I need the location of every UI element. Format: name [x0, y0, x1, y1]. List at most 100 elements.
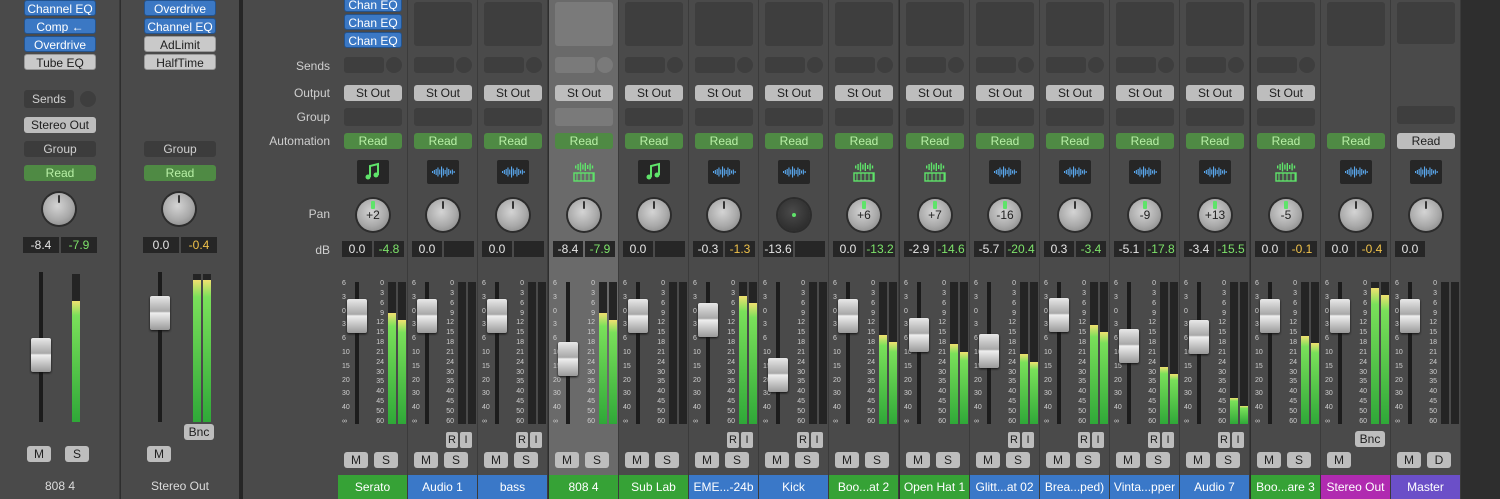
automation-read-button[interactable]: Read — [1327, 133, 1385, 149]
insert-slot[interactable] — [1116, 2, 1174, 46]
insert-slot[interactable] — [625, 2, 683, 46]
group-slot[interactable] — [414, 108, 472, 126]
output-button[interactable]: St Out — [835, 85, 893, 101]
volume-fader[interactable] — [417, 299, 437, 333]
solo-button[interactable]: S — [865, 452, 889, 468]
solo-button[interactable]: S — [514, 452, 538, 468]
channel-name[interactable]: Boo...are 3 — [1251, 475, 1320, 499]
output-button[interactable]: St Out — [976, 85, 1034, 101]
volume-fader[interactable] — [1189, 320, 1209, 354]
output-button[interactable]: St Out — [555, 85, 613, 101]
group-slot[interactable] — [1257, 108, 1315, 126]
channel-name[interactable]: Sub Lab — [619, 475, 688, 499]
send-knob[interactable] — [597, 57, 613, 73]
channel-name[interactable]: Open Hat 1 — [900, 475, 969, 499]
channel-name[interactable]: Brea...ped) — [1040, 475, 1109, 499]
volume-fader[interactable] — [838, 299, 858, 333]
channel-name[interactable]: bass — [478, 475, 547, 499]
pan-knob[interactable] — [427, 199, 459, 231]
volume-fader[interactable] — [487, 299, 507, 333]
volume-fader[interactable] — [768, 358, 788, 392]
volume-fader[interactable] — [698, 303, 718, 337]
group-slot[interactable] — [765, 108, 823, 126]
automation-read-button[interactable]: Read — [835, 133, 893, 149]
plugin-slot-1[interactable]: Channel EQ — [24, 0, 96, 16]
automation-read-button[interactable]: Read — [1257, 133, 1315, 149]
send-knob[interactable] — [1299, 57, 1315, 73]
mute-button[interactable]: M — [976, 452, 1000, 468]
send-knob[interactable] — [737, 57, 753, 73]
send-slot[interactable] — [1257, 57, 1297, 73]
send-knob[interactable] — [877, 57, 893, 73]
solo-button[interactable]: S — [1076, 452, 1100, 468]
pan-knob[interactable]: +7 — [919, 199, 951, 231]
solo-button[interactable]: S — [1006, 452, 1030, 468]
bounce-button[interactable]: Bnc — [184, 424, 214, 440]
send-knob[interactable] — [526, 57, 542, 73]
solo-button[interactable]: S — [1216, 452, 1240, 468]
group-slot[interactable] — [344, 108, 402, 126]
group-slot[interactable] — [1116, 108, 1174, 126]
send-slot[interactable] — [1116, 57, 1156, 73]
insert-slot[interactable] — [414, 2, 472, 46]
solo-button[interactable]: S — [725, 452, 749, 468]
solo-button[interactable]: S — [795, 452, 819, 468]
solo-button[interactable]: S — [65, 446, 89, 462]
plugin-slot-2[interactable]: Channel EQ — [144, 18, 216, 34]
solo-button[interactable]: S — [655, 452, 679, 468]
send-slot[interactable] — [555, 57, 595, 73]
record-enable-button[interactable]: R — [446, 432, 458, 448]
pan-knob[interactable] — [638, 199, 670, 231]
mute-button[interactable]: M — [147, 446, 171, 462]
send-knob[interactable] — [1088, 57, 1104, 73]
input-monitor-button[interactable]: I — [811, 432, 823, 448]
automation-read-button[interactable]: Read — [24, 165, 96, 181]
insert-slot[interactable] — [1046, 2, 1104, 46]
group-slot[interactable] — [835, 108, 893, 126]
solo-button[interactable]: S — [936, 452, 960, 468]
mute-button[interactable]: M — [555, 452, 579, 468]
group-slot[interactable] — [1046, 108, 1104, 126]
pan-knob[interactable] — [43, 193, 75, 225]
solo-button[interactable]: S — [444, 452, 468, 468]
send-knob[interactable] — [1158, 57, 1174, 73]
send-knob[interactable] — [456, 57, 472, 73]
volume-fader[interactable] — [979, 334, 999, 368]
send-slot[interactable] — [1186, 57, 1226, 73]
automation-read-button[interactable]: Read — [144, 165, 216, 181]
output-button[interactable]: St Out — [695, 85, 753, 101]
automation-read-button[interactable]: Read — [1046, 133, 1104, 149]
channel-name[interactable]: Serato — [338, 475, 407, 499]
group-button[interactable]: Group — [24, 141, 96, 157]
input-monitor-button[interactable]: I — [1232, 432, 1244, 448]
send-slot[interactable] — [695, 57, 735, 73]
channel-name[interactable]: Stereo Out — [1321, 475, 1390, 499]
output-button[interactable]: St Out — [1116, 85, 1174, 101]
mute-button[interactable]: M — [27, 446, 51, 462]
channel-name[interactable]: 808 4 — [549, 475, 618, 499]
insert-slot[interactable] — [765, 2, 823, 46]
mute-button[interactable]: M — [906, 452, 930, 468]
pan-knob[interactable]: -16 — [989, 199, 1021, 231]
volume-fader[interactable] — [1400, 299, 1420, 333]
insert-slot[interactable] — [695, 2, 753, 46]
send-knob[interactable] — [807, 57, 823, 73]
pan-knob[interactable] — [1410, 199, 1442, 231]
channel-name[interactable]: Vinta...pper — [1110, 475, 1179, 499]
channel-name[interactable]: Master — [1391, 475, 1460, 499]
automation-read-button[interactable]: Read — [976, 133, 1034, 149]
record-enable-button[interactable]: R — [1078, 432, 1090, 448]
group-slot[interactable] — [625, 108, 683, 126]
plugin-slot-3[interactable]: Chan EQ — [344, 32, 402, 48]
volume-fader[interactable] — [150, 296, 170, 330]
channel-name[interactable]: Audio 1 — [408, 475, 477, 499]
dim-button[interactable]: D — [1427, 452, 1451, 468]
pan-knob[interactable]: -5 — [1270, 199, 1302, 231]
automation-read-button[interactable]: Read — [414, 133, 472, 149]
mute-button[interactable]: M — [484, 452, 508, 468]
volume-fader[interactable] — [558, 342, 578, 376]
insert-slot[interactable] — [484, 2, 542, 46]
pan-knob[interactable]: +2 — [357, 199, 389, 231]
volume-fader[interactable] — [909, 318, 929, 352]
record-enable-button[interactable]: R — [1218, 432, 1230, 448]
